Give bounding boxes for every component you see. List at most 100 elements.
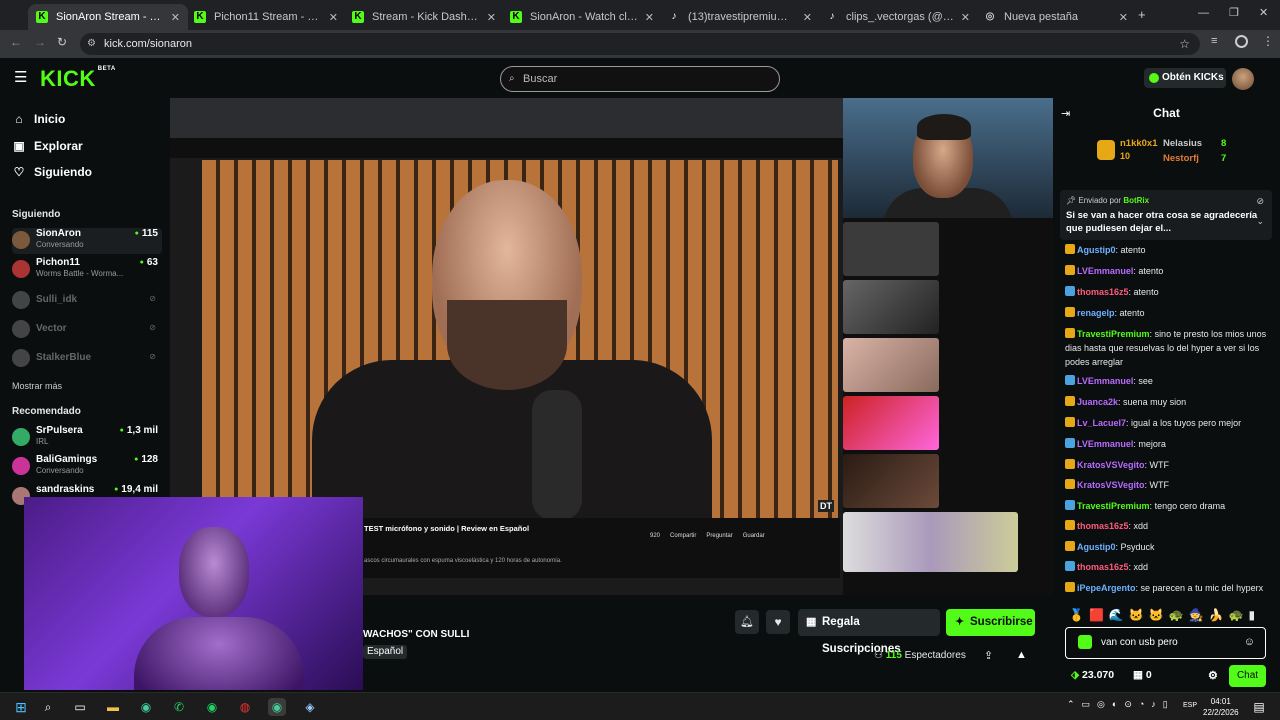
notifications-icon[interactable]: ▤ (1250, 698, 1268, 716)
chat-username[interactable]: Agustip0 (1077, 542, 1116, 552)
new-tab-icon[interactable]: + (1138, 7, 1146, 22)
chat-username[interactable]: TravestiPremium (1077, 329, 1150, 339)
chat-username[interactable]: thomas16z5 (1077, 287, 1129, 297)
chat-input[interactable]: van con usb pero ☺ (1065, 627, 1266, 659)
tab-sionaron[interactable]: K SionAron Stream - Watch Live ✕ (28, 4, 188, 30)
tab-clips[interactable]: K SionAron - Watch clips on Kick ✕ (502, 4, 662, 30)
emote-picker-icon[interactable] (1078, 635, 1092, 649)
bookmark-star-icon[interactable]: ☆ (1179, 33, 1190, 55)
unpin-icon[interactable]: ⊘ (1256, 196, 1264, 207)
task-view-icon[interactable]: ▭ (71, 698, 89, 716)
chat-username[interactable]: KratosVSVegito (1077, 480, 1145, 490)
chat-username[interactable]: Juanca2k (1077, 397, 1118, 407)
chat-username[interactable]: iPepeArgento (1077, 583, 1136, 593)
system-tray[interactable]: ⌃▭◎◐⊙◔♪▯ (1067, 699, 1175, 710)
chat-message[interactable]: TravestiPremium: sino te presto los mios… (1065, 327, 1275, 369)
chat-message[interactable]: iPepeArgento: se parecen a tu mic del hy… (1065, 581, 1275, 595)
chat-message[interactable]: LVEmmanuel: atento (1065, 264, 1275, 278)
chat-username[interactable]: TravestiPremium (1077, 501, 1150, 511)
kicks-balance[interactable]: ⬗ 23.070 (1071, 669, 1114, 681)
chat-message[interactable]: LVEmmanuel: mejora (1065, 437, 1275, 451)
hamburger-menu-icon[interactable]: ☰ (14, 68, 27, 86)
language-indicator[interactable]: ESP (1183, 702, 1197, 709)
tab-new[interactable]: ◎ Nueva pestaña ✕ (976, 4, 1136, 30)
sidebar-channel-baligamings[interactable]: BaliGamings Conversando 128 (12, 454, 162, 480)
tab-tiktok-1[interactable]: ♪ (13)travestipremium (@travestipr ✕ (660, 4, 820, 30)
emote-bar[interactable]: 🥇🟥🌊🐱🐱🐢🧙🍌🐢▮ (1069, 608, 1269, 628)
chat-username[interactable]: LVEmmanuel (1077, 376, 1133, 386)
share-icon[interactable]: ⇪ (984, 649, 993, 662)
close-icon[interactable]: ✕ (487, 11, 496, 24)
reload-icon[interactable]: ↻ (57, 35, 67, 49)
whatsapp-icon[interactable]: ✆ (170, 698, 188, 716)
spotify-icon[interactable]: ◉ (203, 698, 221, 716)
close-icon[interactable]: ✕ (329, 11, 338, 24)
minimize-icon[interactable]: — (1198, 7, 1209, 19)
url-input[interactable]: ⚙ kick.com/sionaron ☆ (80, 33, 1200, 55)
collapse-chat-icon[interactable]: ⇥ (1061, 107, 1070, 120)
chat-username[interactable]: thomas16z5 (1077, 521, 1129, 531)
sidebar-channel-pichon11[interactable]: Pichon11 Worms Battle - Worma... 63 (12, 257, 162, 283)
obs-icon[interactable]: ◍ (236, 698, 254, 716)
chevron-down-icon[interactable]: ⌄ (1256, 216, 1264, 227)
close-icon[interactable]: ✕ (803, 11, 812, 24)
close-icon[interactable]: ✕ (171, 11, 180, 24)
stream-language-tag[interactable]: Español (363, 645, 408, 659)
site-info-icon[interactable]: ⚙ (87, 33, 96, 55)
kick-logo[interactable]: KICK BETA (40, 66, 116, 92)
chrome-icon[interactable]: ◉ (137, 698, 155, 716)
pinned-message[interactable]: 📌︎ Enviado por BotRix Si se van a hacer … (1060, 190, 1272, 240)
profile-icon[interactable] (1235, 35, 1248, 48)
close-icon[interactable]: ✕ (961, 11, 970, 24)
forward-icon[interactable]: → (34, 35, 46, 49)
smiley-icon[interactable]: ☺ (1244, 636, 1255, 648)
nav-inicio[interactable]: ⌂ Inicio (12, 112, 65, 126)
subscribe-button[interactable]: ✦ Suscribirse (946, 609, 1035, 636)
search-icon[interactable]: ⌕ (39, 698, 57, 716)
nav-explorar[interactable]: ▣ Explorar (12, 139, 82, 153)
chat-message[interactable]: KratosVSVegito: WTF (1065, 478, 1275, 492)
tab-tiktok-2[interactable]: ♪ clips_.vectorgas (@clips_.vecto ✕ (818, 4, 978, 30)
sidebar-channel-vector[interactable]: Vector ⊘ (12, 317, 162, 343)
chat-message[interactable]: KratosVSVegito: WTF (1065, 458, 1275, 472)
close-icon[interactable]: ✕ (1119, 11, 1128, 24)
chat-username[interactable]: Lv_Lacuel7 (1077, 418, 1126, 428)
chat-username[interactable]: thomas16z5 (1077, 562, 1129, 572)
chat-username[interactable]: LVEmmanuel (1077, 266, 1133, 276)
nav-siguiendo[interactable]: ♡ Siguiendo (12, 165, 92, 179)
tab-dashboard[interactable]: K Stream - Kick Dashboard ✕ (344, 4, 504, 30)
chat-username[interactable]: renagelp (1077, 308, 1115, 318)
sidebar-channel-stalkerblue[interactable]: StalkerBlue ⊘ (12, 346, 162, 372)
show-more-link[interactable]: Mostrar más (12, 381, 62, 391)
gift-subs-button[interactable]: ▦ Regala Suscripciones (798, 609, 940, 655)
get-kicks-button[interactable]: Obtén KICKs (1144, 68, 1226, 88)
chat-message[interactable]: thomas16z5: xdd (1065, 519, 1275, 533)
windows-start-icon[interactable]: ⊞ (12, 698, 30, 716)
reading-list-icon[interactable]: ≡ (1211, 35, 1217, 47)
chat-username[interactable]: LVEmmanuel (1077, 439, 1133, 449)
chat-message[interactable]: TravestiPremium: tengo cero drama (1065, 499, 1275, 513)
notifications-button[interactable]: 🔔︎ (735, 610, 759, 634)
sidebar-channel-srpulsera[interactable]: SrPulsera IRL 1,3 mil (12, 425, 162, 451)
chat-message[interactable]: Juanca2k: suena muy sion (1065, 395, 1275, 409)
settings-gear-icon[interactable]: ⚙ (1208, 669, 1218, 682)
app-icon[interactable]: ◈ (301, 698, 319, 716)
sidebar-channel-sulli[interactable]: Sulli_idk ⊘ (12, 288, 162, 314)
follow-button[interactable]: ♥ (766, 610, 790, 634)
user-avatar[interactable] (1232, 68, 1254, 90)
back-icon[interactable]: ← (10, 35, 22, 49)
chat-message[interactable]: Agustip0: Psyduck (1065, 540, 1275, 554)
clock[interactable]: 04:01 22/2/2026 (1203, 696, 1239, 718)
report-icon[interactable]: ▲ (1016, 649, 1027, 661)
tab-pichon11[interactable]: K Pichon11 Stream - Watch Live o ✕ (186, 4, 346, 30)
chat-message[interactable]: Agustip0: atento (1065, 243, 1275, 257)
window-close-icon[interactable]: ✕ (1259, 6, 1268, 19)
chat-message[interactable]: Lv_Lacuel7: igual a los tuyos pero mejor (1065, 416, 1275, 430)
sidebar-channel-sionaron[interactable]: SionAron Conversando 115 (12, 228, 162, 254)
gifts-balance[interactable]: ▦ 0 (1133, 669, 1152, 681)
close-icon[interactable]: ✕ (645, 11, 654, 24)
file-explorer-icon[interactable]: ▬ (104, 698, 122, 716)
restore-icon[interactable]: ❐ (1229, 6, 1239, 19)
send-chat-button[interactable]: Chat (1229, 665, 1266, 687)
chat-username[interactable]: Agustip0 (1077, 245, 1116, 255)
